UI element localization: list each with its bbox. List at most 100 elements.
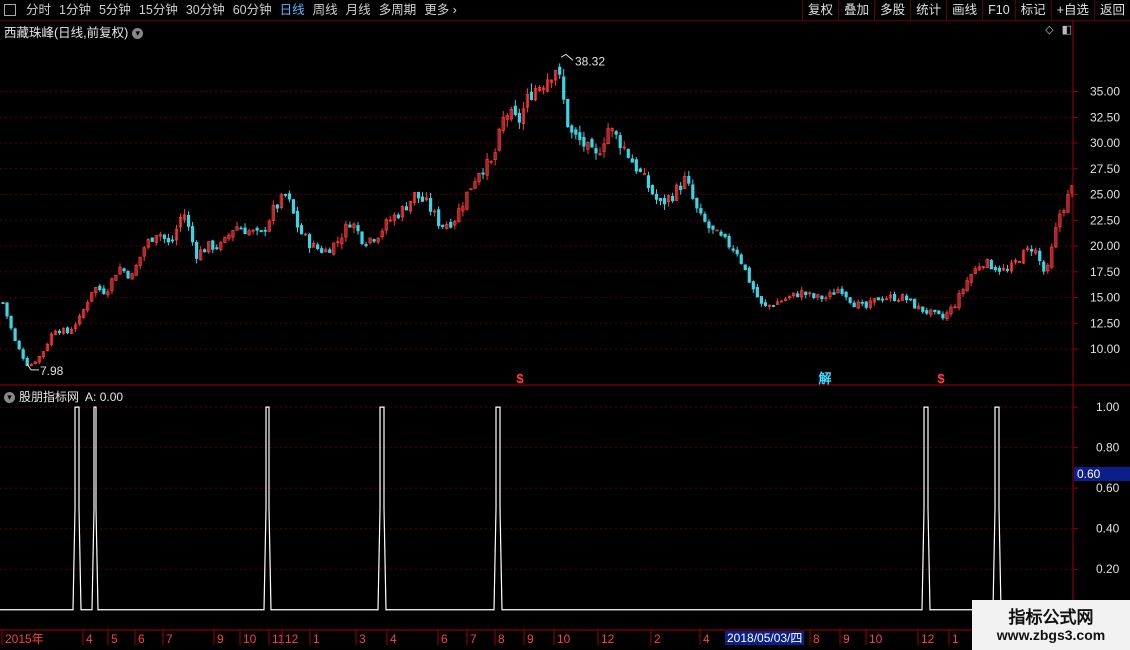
candle-body (316, 244, 320, 250)
period-tab[interactable]: 分时 (22, 0, 55, 20)
candle-body (98, 285, 102, 291)
candle-body (727, 235, 731, 248)
toolbar-button[interactable]: 返回 (1093, 0, 1130, 20)
candle-body (57, 330, 62, 334)
candle-body (812, 293, 816, 299)
candle-body (211, 240, 215, 250)
time-tick-label: 2015年 (5, 632, 44, 646)
time-tick-label: 4 (703, 632, 710, 646)
candle-body (650, 185, 655, 195)
candle-body (755, 287, 759, 298)
period-tab[interactable]: 月线 (342, 0, 375, 20)
time-tick-label: 4 (390, 632, 397, 646)
period-tab[interactable]: 日线 (276, 0, 309, 20)
candle-body (562, 76, 566, 100)
price-tick-label: 15.00 (1090, 291, 1120, 305)
candle-body (671, 196, 675, 202)
time-tick-label: 7 (166, 632, 173, 646)
candle-body (921, 306, 925, 312)
period-tab[interactable]: 1分钟 (55, 0, 95, 20)
candle-body (529, 91, 534, 100)
candle-body (295, 210, 300, 228)
candle-body (356, 225, 360, 232)
time-tick-label: 9 (843, 632, 850, 646)
candle-body (695, 197, 699, 209)
candle-body (65, 327, 70, 334)
candle-body (646, 175, 651, 189)
candle-body (166, 238, 170, 243)
candle-body (711, 225, 715, 230)
watermark: 指标公式网 www.zbgs3.com (972, 600, 1130, 650)
candle-body (195, 242, 199, 259)
candle-body (360, 231, 364, 244)
grid-layer (0, 91, 1073, 570)
candle-body (1, 302, 5, 304)
period-tab[interactable]: 多周期 (375, 0, 421, 20)
toolbar-button[interactable]: 画线 (946, 0, 982, 20)
toolbar-button[interactable]: 叠加 (838, 0, 874, 20)
period-tab[interactable]: 60分钟 (229, 0, 276, 20)
candle-body (243, 227, 247, 235)
high-marker (560, 53, 574, 61)
chart-canvas[interactable]: 10.00 12.50 15.00 17.50 20.00 22.50 25.00 27.50… (0, 20, 1130, 650)
candle-body (719, 231, 723, 236)
axis-layer: 10.00 12.50 15.00 17.50 20.00 22.50 25.00 27.50… (0, 20, 1130, 650)
time-tick-label: 1 (952, 632, 959, 646)
candle-body (630, 158, 634, 163)
indicator-series (0, 406, 1073, 611)
candle-body (449, 221, 453, 228)
candle-body (747, 267, 751, 283)
price-tick-label: 12.50 (1090, 316, 1120, 330)
candle-body (574, 129, 578, 135)
period-tab[interactable]: 15分钟 (135, 0, 182, 20)
layout-icon[interactable] (4, 4, 16, 16)
candle-body (259, 230, 263, 232)
period-tab[interactable]: 周线 (309, 0, 342, 20)
toolbar-button[interactable]: +自选 (1050, 0, 1094, 20)
candle-body (731, 248, 735, 251)
candle-body (320, 248, 324, 253)
candle-body (287, 193, 292, 200)
price-tick-label: 17.50 (1090, 265, 1120, 279)
time-tick-label: 12 (601, 632, 615, 646)
candle-body (215, 247, 219, 250)
price-tick-label: 22.50 (1090, 213, 1120, 227)
event-marker: 解 (817, 371, 831, 386)
period-tab[interactable]: 30分钟 (182, 0, 229, 20)
candle-body (594, 148, 598, 154)
time-tick-label: 10 (243, 632, 257, 646)
toolbar-button[interactable]: 标记 (1014, 0, 1051, 20)
period-tab[interactable]: 5分钟 (95, 0, 135, 20)
candle-body (364, 244, 368, 246)
toolbar-button[interactable]: 复权 (802, 0, 838, 20)
time-tick-label: 8 (498, 632, 505, 646)
candle-body (937, 310, 941, 315)
indicator-tick-label: 1.00 (1096, 400, 1120, 414)
candle-body (751, 281, 755, 290)
candle-body (275, 204, 279, 209)
time-tick-label: 6 (441, 632, 448, 646)
toolbar-button[interactable]: 统计 (910, 0, 946, 20)
time-tick-label: 1 (313, 632, 320, 646)
toolbar-button[interactable]: F10 (982, 0, 1015, 20)
candle-body (880, 298, 885, 301)
candle-body (852, 302, 856, 308)
candle-body (699, 208, 703, 214)
candle-body (372, 239, 376, 242)
candle-body (662, 198, 667, 205)
event-marker: $ (516, 371, 524, 386)
candle-body (190, 226, 195, 243)
toolbar-button[interactable]: 多股 (874, 0, 910, 20)
time-tick-label: 12 (285, 632, 299, 646)
candle-body (844, 291, 848, 298)
period-tab[interactable]: 更多 › (420, 0, 461, 20)
candle-body (925, 310, 929, 314)
candle-body (1038, 250, 1042, 262)
price-tick-label: 27.50 (1090, 162, 1120, 176)
time-tick-label: 2 (654, 632, 661, 646)
signal-line-A (0, 406, 1073, 611)
candle-body (654, 193, 659, 200)
candle-body (162, 234, 166, 239)
time-tick-label: 4 (86, 632, 93, 646)
time-tick-label: 10 (557, 632, 571, 646)
